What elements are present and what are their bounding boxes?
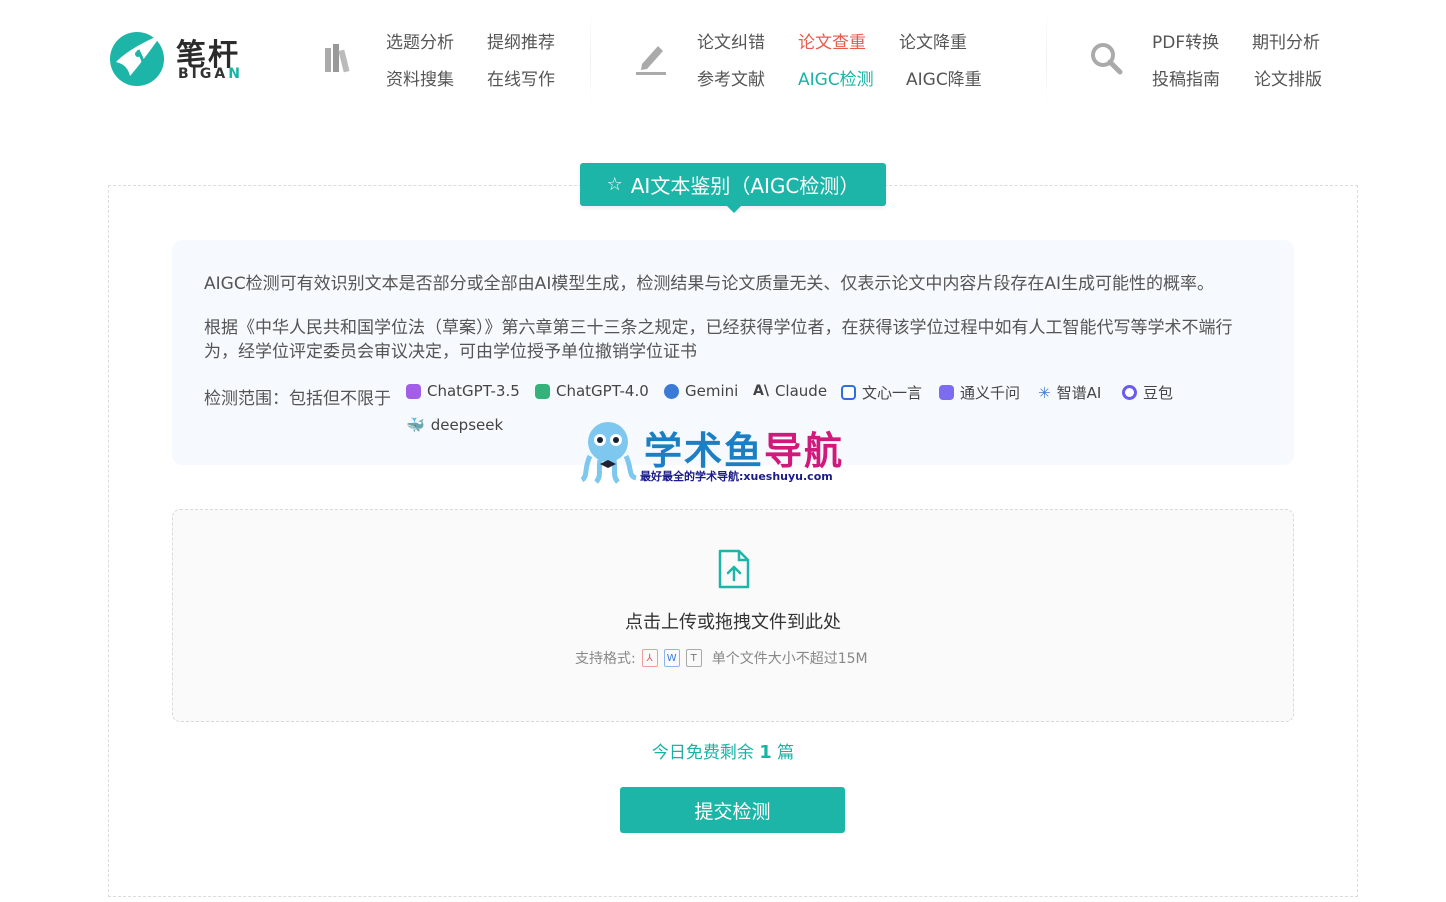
submit-button[interactable]: 提交检测 — [620, 787, 845, 833]
watermark-subtitle: 最好最全的学术导航:xueshuyu.com — [640, 470, 833, 483]
nav-references[interactable]: 参考文献 — [697, 65, 765, 90]
model-tongyi: 通义千问 — [939, 382, 1020, 403]
robot-icon: ☆ — [606, 174, 623, 195]
nav-divider — [1046, 8, 1047, 108]
logo[interactable]: 笔杆 BIGAN — [108, 28, 248, 88]
nav-aigc-reduce[interactable]: AIGC降重 — [906, 65, 982, 90]
pen-icon — [636, 46, 666, 75]
model-zhipu: ✳ 智谱AI — [1038, 383, 1102, 403]
logo-icon — [110, 32, 164, 86]
nav-divider — [590, 8, 591, 108]
upload-dropzone[interactable]: 点击上传或拖拽文件到此处 支持格式: ⅄ W T 单个文件大小不超过15M — [172, 509, 1294, 722]
claude-icon: A\ — [753, 383, 769, 399]
file-size-limit: 单个文件大小不超过15M — [711, 651, 868, 667]
info-legal-notice: 根据《中华人民共和国学位法（草案）》第六章第三十三条之规定，已经获得学位者，在获… — [204, 318, 1233, 362]
nav-aigc-check[interactable]: AIGC检测 — [798, 65, 874, 90]
page-title: ☆ AI文本鉴别（AIGC检测） — [580, 163, 886, 213]
nav-online-writing[interactable]: 在线写作 — [487, 65, 555, 90]
wenxin-icon — [841, 385, 856, 400]
word-icon: W — [663, 649, 680, 667]
formats-label: 支持格式: — [575, 651, 636, 667]
txt-icon: T — [685, 649, 702, 667]
search-icon — [1091, 43, 1123, 75]
chatgpt-icon — [406, 383, 421, 399]
file-upload-icon — [718, 549, 750, 589]
watermark-title: 学术鱼导航 — [644, 429, 845, 473]
nav-pdf-convert[interactable]: PDF转换 — [1152, 28, 1219, 53]
model-chatgpt40: ChatGPT-4.0 — [535, 382, 649, 400]
nav-proofread[interactable]: 论文纠错 — [697, 28, 765, 53]
watermark: 学术鱼导航 最好最全的学术导航:xueshuyu.com — [578, 418, 878, 488]
free-remaining: 今日免费剩余 1 篇 — [651, 742, 795, 763]
model-gemini: Gemini — [664, 382, 738, 400]
nav-paper-formatting[interactable]: 论文排版 — [1254, 65, 1322, 90]
nav-outline-recommend[interactable]: 提纲推荐 — [487, 28, 555, 53]
zhipu-icon: ✳ — [1038, 383, 1051, 402]
page-title-text: AI文本鉴别（AIGC检测） — [630, 174, 860, 198]
nav-topic-analysis[interactable]: 选题分析 — [386, 28, 454, 53]
nav-journal-analysis[interactable]: 期刊分析 — [1252, 28, 1320, 53]
model-doubao: 豆包 — [1122, 382, 1173, 403]
gemini-icon — [664, 383, 679, 399]
scope-label: 检测范围：包括但不限于 — [204, 389, 391, 409]
top-nav: 笔杆 BIGAN 选题分析 提纲推荐 资料搜集 在线写作 论文纠错 论文查重 论… — [0, 0, 1446, 110]
nav-submission-guide[interactable]: 投稿指南 — [1152, 65, 1220, 90]
nav-plagiarism-check[interactable]: 论文查重 — [798, 28, 866, 53]
books-icon — [325, 44, 350, 73]
deepseek-icon: 🐳 — [406, 416, 425, 434]
model-wenxin: 文心一言 — [841, 382, 922, 403]
upload-instruction: 点击上传或拖拽文件到此处 — [625, 612, 841, 633]
doubao-icon — [1122, 385, 1137, 400]
supported-formats: 支持格式: ⅄ W T 单个文件大小不超过15M — [575, 648, 868, 668]
nav-material-search[interactable]: 资料搜集 — [386, 65, 454, 90]
octopus-icon — [580, 422, 637, 484]
logo-text-en: BIGAN — [178, 66, 243, 82]
nav-reduce-duplication[interactable]: 论文降重 — [899, 28, 967, 53]
tongyi-icon — [939, 385, 954, 400]
chatgpt-icon — [535, 383, 550, 399]
model-deepseek: 🐳 deepseek — [406, 416, 504, 434]
model-chatgpt35: ChatGPT-3.5 — [406, 382, 520, 400]
pdf-icon: ⅄ — [641, 649, 658, 667]
info-description: AIGC检测可有效识别文本是否部分或全部由AI模型生成，检测结果与论文质量无关、… — [204, 274, 1214, 294]
model-claude: A\ Claude — [753, 382, 828, 400]
